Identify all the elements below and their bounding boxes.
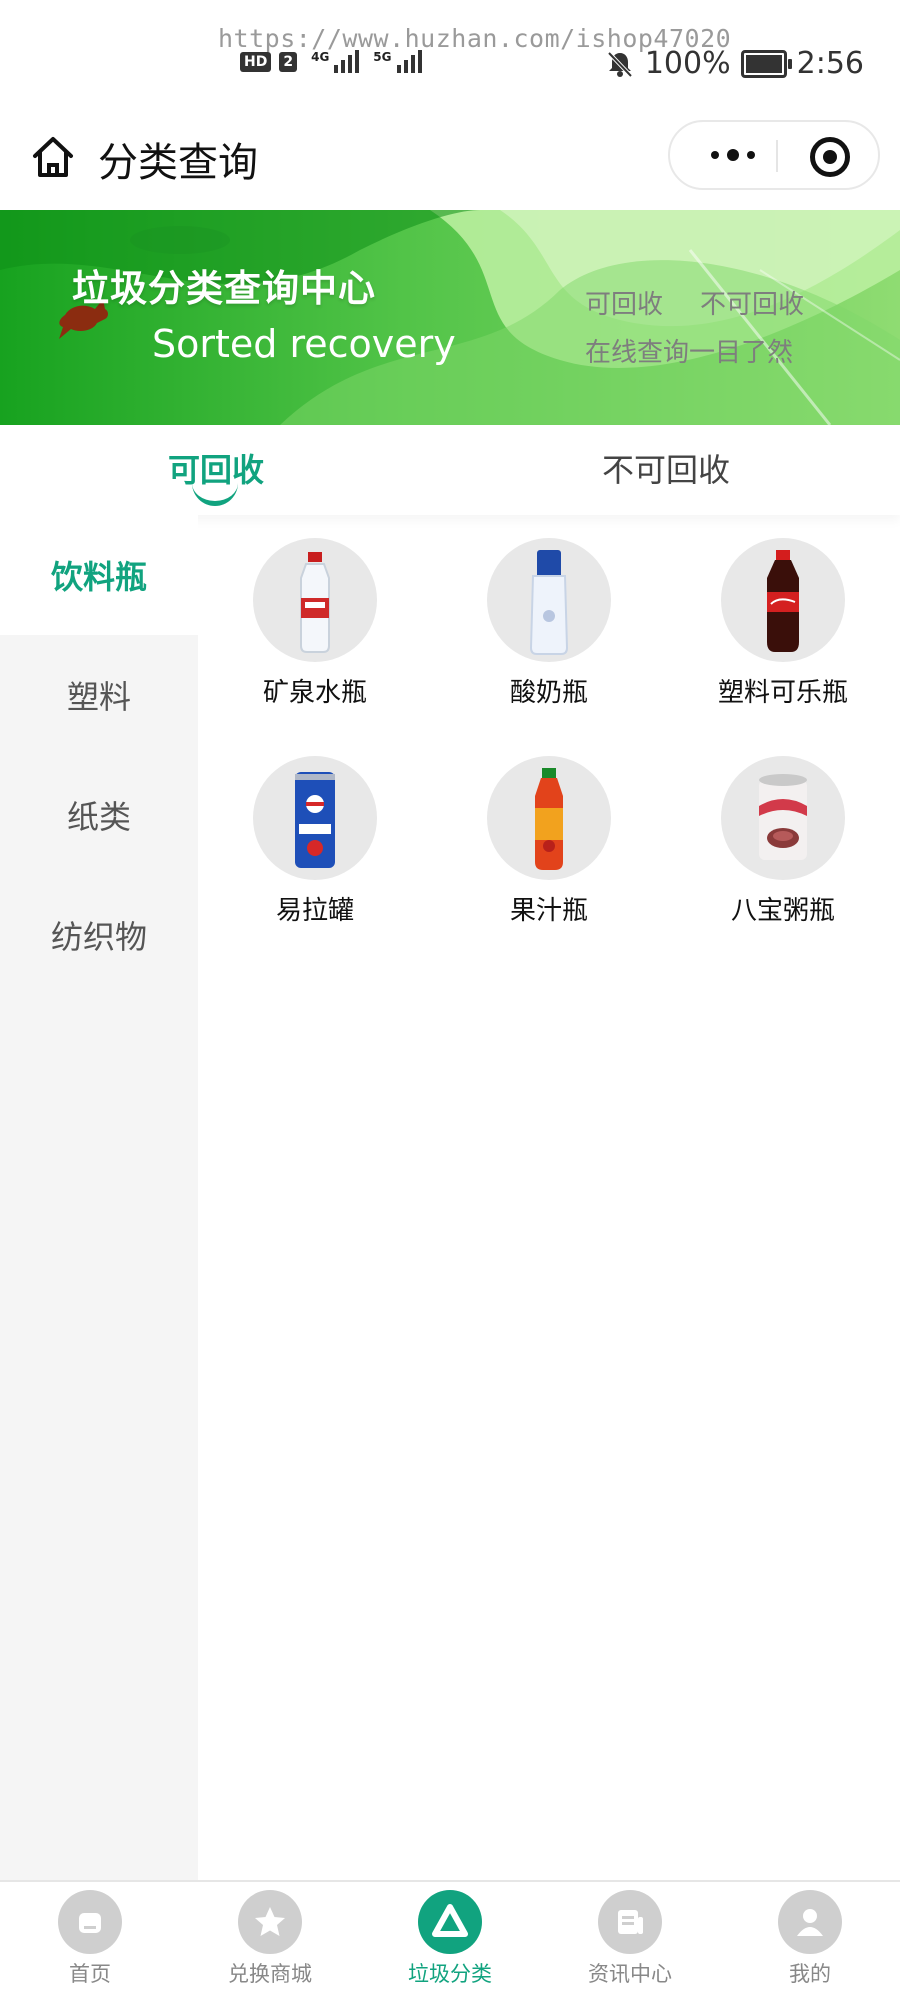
news-icon [598, 1890, 662, 1954]
tabbar-item-garbage[interactable]: 垃圾分类 [360, 1890, 540, 1988]
signal-4g-icon: 4G [311, 50, 360, 73]
item-label: 塑料可乐瓶 [717, 678, 848, 708]
banner-tag-recyclable: 可回收 [585, 290, 664, 320]
mini-program-capsule [668, 120, 880, 190]
tab-non-recyclable[interactable]: 不可回收 [602, 445, 730, 491]
yogurt-bottle-icon [529, 550, 569, 655]
category-tabs: 可回收 不可回收 [0, 425, 900, 515]
item-label: 易拉罐 [275, 896, 354, 926]
item-label: 果汁瓶 [509, 896, 588, 926]
tabbar-label: 首页 [69, 1962, 111, 1986]
item-image [487, 538, 611, 662]
signal-5g-icon: 5G [373, 50, 422, 73]
item-image [721, 756, 845, 880]
sim-badge: 2 [279, 51, 298, 72]
sidebar-item-paper[interactable]: 纸类 [0, 755, 198, 875]
star-icon [238, 1890, 302, 1954]
can-icon [295, 772, 335, 868]
item-yogurt-bottle[interactable]: 酸奶瓶 [432, 538, 666, 709]
item-label: 酸奶瓶 [509, 678, 588, 708]
tab-active-indicator [192, 481, 238, 506]
tabbar-label: 垃圾分类 [408, 1962, 492, 1986]
item-juice-bottle[interactable]: 果汁瓶 [432, 756, 666, 927]
water-bottle-icon [300, 552, 330, 653]
cola-bottle-icon [767, 550, 799, 652]
recycle-icon [418, 1890, 482, 1954]
item-label: 矿泉水瓶 [262, 678, 367, 708]
tabbar-item-mine[interactable]: 我的 [720, 1890, 900, 1988]
page-title: 分类查询 [98, 140, 258, 186]
sidebar-item-drink-bottles[interactable]: 饮料瓶 [0, 515, 198, 635]
bottom-tab-bar: 首页 兑换商城 垃圾分类 资讯中心 我的 [0, 1880, 900, 2000]
sidebar-item-textile[interactable]: 纺织物 [0, 875, 198, 995]
item-label: 八宝粥瓶 [730, 896, 835, 926]
tabbar-label: 我的 [789, 1962, 831, 1986]
status-right: 100% 2:56 [605, 46, 864, 81]
item-image [487, 756, 611, 880]
banner: 垃圾分类查询中心 Sorted recovery 可回收 不可回收 在线查询一目… [0, 210, 900, 425]
clock: 2:56 [796, 46, 864, 81]
tabbar-item-home[interactable]: 首页 [0, 1890, 180, 1988]
porridge-can-icon [759, 774, 807, 860]
battery-percent: 100% [644, 46, 731, 81]
banner-tagline: 在线查询一目了然 [585, 338, 794, 368]
bell-muted-icon [607, 51, 633, 77]
item-mineral-water-bottle[interactable]: 矿泉水瓶 [198, 538, 432, 709]
item-porridge-can[interactable]: 八宝粥瓶 [666, 756, 900, 927]
user-icon [778, 1890, 842, 1954]
net-5g-label: 5G [373, 50, 392, 64]
more-icon[interactable] [698, 140, 768, 170]
home-icon[interactable] [30, 134, 76, 180]
banner-subtitle: Sorted recovery [152, 322, 456, 366]
sidebar-item-plastic[interactable]: 塑料 [0, 635, 198, 755]
item-can[interactable]: 易拉罐 [198, 756, 432, 927]
banner-title: 垃圾分类查询中心 [72, 267, 376, 310]
battery-charging-icon [740, 49, 792, 78]
net-4g-label: 4G [311, 50, 330, 64]
target-icon[interactable] [810, 137, 850, 177]
sidebar: 饮料瓶 塑料 纸类 纺织物 [0, 515, 198, 1880]
item-image [253, 756, 377, 880]
tabbar-label: 资讯中心 [588, 1962, 672, 1986]
tabbar-item-news[interactable]: 资讯中心 [540, 1890, 720, 1988]
tabbar-item-mall[interactable]: 兑换商城 [180, 1890, 360, 1988]
capsule-divider [776, 140, 778, 172]
item-plastic-cola-bottle[interactable]: 塑料可乐瓶 [666, 538, 900, 709]
nav-header: 分类查询 [0, 110, 900, 210]
item-image [721, 538, 845, 662]
network-indicators: HD 2 4G 5G [240, 50, 422, 73]
status-bar: https://www.huzhan.com/ishop47020 HD 2 4… [0, 0, 900, 110]
home-icon [58, 1890, 122, 1954]
tabbar-label: 兑换商城 [228, 1962, 312, 1986]
item-image [253, 538, 377, 662]
hd-badge: HD [240, 51, 272, 72]
banner-tag-non-recyclable: 不可回收 [700, 290, 805, 320]
juice-bottle-icon [535, 768, 563, 870]
